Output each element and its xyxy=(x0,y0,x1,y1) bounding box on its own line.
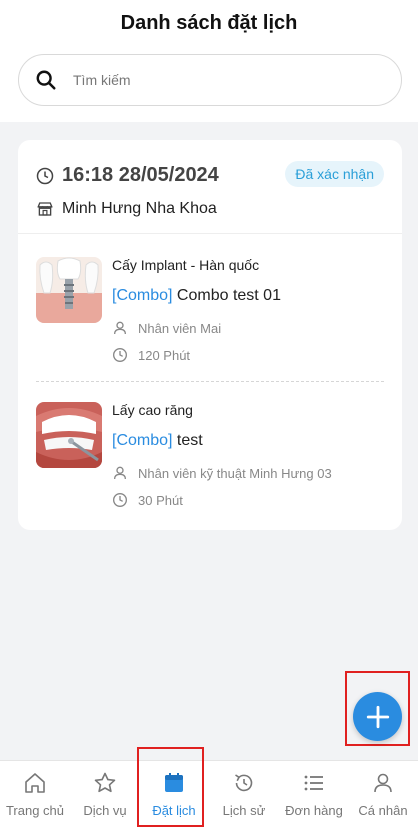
duration: 120 Phút xyxy=(138,347,191,363)
tab-home[interactable]: Trang chủ xyxy=(0,761,70,828)
plus-icon xyxy=(366,705,389,728)
duration: 30 Phút xyxy=(138,492,183,508)
search-bar[interactable] xyxy=(18,54,402,106)
staff-name: Nhân viên kỹ thuật Minh Hưng 03 xyxy=(138,465,332,481)
bottom-tab-bar: Trang chủ Dịch vụ Đặt lịch Lịch sử Đơn h… xyxy=(0,760,418,828)
tab-label: Đơn hàng xyxy=(285,803,343,818)
service-image xyxy=(36,257,102,323)
clock-icon xyxy=(113,493,127,507)
clinic-name: Minh Hưng Nha Khoa xyxy=(62,200,217,217)
combo-line: [Combo] test xyxy=(112,432,203,450)
user-icon xyxy=(374,773,392,793)
tab-services[interactable]: Dịch vụ xyxy=(70,761,140,828)
tab-history[interactable]: Lịch sử xyxy=(209,761,279,828)
tab-label: Dịch vụ xyxy=(83,803,127,818)
page-title: Danh sách đặt lịch xyxy=(120,12,298,34)
service-name: Lấy cao răng xyxy=(112,402,193,418)
history-icon xyxy=(235,774,253,792)
star-icon xyxy=(94,772,116,793)
service-item[interactable]: Cấy Implant - Hàn quốc [Combo] Combo tes… xyxy=(36,257,386,377)
divider xyxy=(36,381,384,382)
combo-tag: [Combo] xyxy=(112,287,173,304)
status-badge: Đã xác nhận xyxy=(285,161,384,187)
service-image xyxy=(36,402,102,468)
tab-label: Lịch sử xyxy=(222,803,266,818)
combo-name: test xyxy=(176,432,203,449)
home-icon xyxy=(25,773,45,793)
tab-orders[interactable]: Đơn hàng xyxy=(279,761,349,828)
tab-label: Cá nhân xyxy=(358,803,408,818)
booking-time-row: 16:18 28/05/2024 xyxy=(36,164,219,187)
list-icon xyxy=(304,775,323,791)
duration-row: 30 Phút xyxy=(112,492,183,508)
search-icon xyxy=(36,70,56,90)
add-booking-button[interactable] xyxy=(353,692,402,741)
staff-name: Nhân viên Mai xyxy=(138,320,222,336)
header: Danh sách đặt lịch xyxy=(0,0,418,122)
clock-icon xyxy=(113,348,127,362)
combo-line: [Combo] Combo test 01 xyxy=(112,287,281,305)
service-item[interactable]: Lấy cao răng [Combo] test Nhân viên kỹ t… xyxy=(36,402,386,522)
user-icon xyxy=(114,321,126,335)
divider xyxy=(18,233,402,234)
duration-row: 120 Phút xyxy=(112,347,190,363)
tab-label: Trang chủ xyxy=(5,803,65,818)
booking-card[interactable]: 16:18 28/05/2024 Đã xác nhận Minh Hưng N… xyxy=(18,140,402,530)
combo-tag: [Combo] xyxy=(112,432,173,449)
tab-highlight xyxy=(137,747,204,827)
booking-datetime: 16:18 28/05/2024 xyxy=(62,164,219,186)
tab-profile[interactable]: Cá nhân xyxy=(348,761,418,828)
combo-name: Combo test 01 xyxy=(176,287,281,304)
staff-row: Nhân viên kỹ thuật Minh Hưng 03 xyxy=(112,465,332,481)
service-name: Cấy Implant - Hàn quốc xyxy=(112,257,260,273)
store-icon xyxy=(37,202,53,216)
clinic-row: Minh Hưng Nha Khoa xyxy=(36,200,217,218)
clock-icon xyxy=(36,167,54,184)
user-icon xyxy=(114,466,126,480)
search-input[interactable] xyxy=(71,71,375,89)
staff-row: Nhân viên Mai xyxy=(112,320,221,336)
